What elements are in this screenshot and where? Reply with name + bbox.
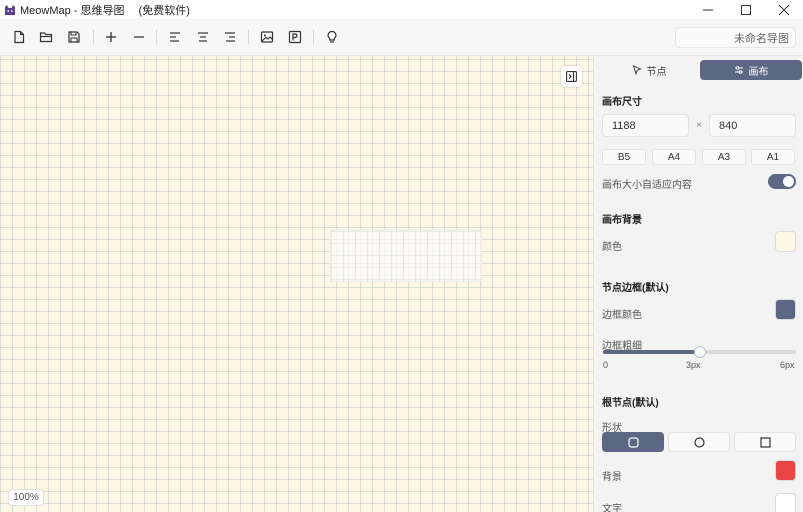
toolbar: 未命名导图 bbox=[0, 19, 803, 56]
border-color-label: 边框颜色 bbox=[602, 310, 642, 321]
zoom-level[interactable]: 100% bbox=[8, 489, 44, 506]
toggle-knob bbox=[783, 176, 794, 187]
align-right-icon bbox=[225, 32, 235, 42]
panel-tabs: 节点 画布 bbox=[600, 60, 802, 80]
tab-node-label: 节点 bbox=[646, 66, 667, 78]
mindmap-canvas[interactable]: 100% bbox=[0, 56, 593, 512]
align-right-button[interactable] bbox=[221, 28, 239, 46]
node-border-title: 节点边框(默认) bbox=[602, 283, 669, 294]
preset-a3-button[interactable]: A3 bbox=[702, 149, 746, 165]
remove-node-button[interactable] bbox=[130, 28, 148, 46]
open-folder-button[interactable] bbox=[37, 28, 55, 46]
toolbar-separator bbox=[93, 30, 94, 44]
canvas-width-input[interactable]: 1188 bbox=[602, 114, 689, 137]
root-background-swatch[interactable] bbox=[775, 460, 796, 481]
preset-a4-button[interactable]: A4 bbox=[652, 149, 696, 165]
root-background-label: 背景 bbox=[602, 472, 622, 483]
tab-canvas[interactable]: 画布 bbox=[700, 60, 802, 80]
canvas-height-input[interactable]: 840 bbox=[709, 114, 796, 137]
tips-button[interactable] bbox=[323, 28, 341, 46]
tab-node[interactable]: 节点 bbox=[600, 60, 698, 80]
align-center-button[interactable] bbox=[194, 28, 212, 46]
background-color-label: 颜色 bbox=[602, 242, 622, 253]
plus-icon bbox=[106, 32, 116, 42]
root-text-color-swatch[interactable] bbox=[775, 493, 796, 512]
root-text-label: 文字 bbox=[602, 504, 622, 512]
toolbar-separator bbox=[156, 30, 157, 44]
slider-tick-mid: 3px bbox=[686, 360, 701, 370]
folder-icon bbox=[39, 32, 53, 43]
cat-logo-icon bbox=[5, 4, 15, 15]
square-icon bbox=[759, 436, 771, 448]
shape-square-button[interactable] bbox=[734, 432, 796, 452]
background-color-swatch[interactable] bbox=[775, 231, 796, 252]
title-bar: MeowMap - 思维导图 (免费软件) bbox=[0, 0, 803, 19]
align-center-icon bbox=[198, 32, 208, 42]
filename-input[interactable]: 未命名导图 bbox=[675, 27, 796, 48]
export-pdf-button[interactable] bbox=[286, 28, 304, 46]
minimize-icon bbox=[703, 9, 713, 10]
pdf-icon bbox=[288, 30, 302, 44]
slider-tick-min: 0 bbox=[603, 360, 609, 370]
new-file-button[interactable] bbox=[10, 28, 28, 46]
toolbar-separator bbox=[248, 30, 249, 44]
export-image-button[interactable] bbox=[258, 28, 276, 46]
properties-panel: 节点 画布 画布尺寸 1188 × 840 B5 A4 A3 A1 画布大小自适… bbox=[593, 56, 803, 512]
times-sign: × bbox=[696, 120, 702, 131]
minimize-button[interactable] bbox=[689, 0, 727, 19]
minus-icon bbox=[134, 36, 144, 38]
slider-thumb[interactable] bbox=[693, 346, 706, 358]
maximize-button[interactable] bbox=[727, 0, 765, 19]
image-icon bbox=[260, 31, 274, 43]
save-button[interactable] bbox=[65, 28, 83, 46]
rounded-square-icon bbox=[627, 436, 639, 448]
align-left-icon bbox=[170, 32, 180, 42]
cursor-icon bbox=[632, 65, 642, 75]
root-node-title: 根节点(默认) bbox=[602, 398, 659, 409]
panel-collapse-icon bbox=[566, 71, 577, 82]
tab-canvas-label: 画布 bbox=[748, 66, 769, 78]
canvas-background-title: 画布背景 bbox=[602, 215, 642, 226]
slider-fill bbox=[603, 350, 700, 354]
canvas-size-title: 画布尺寸 bbox=[602, 97, 642, 108]
autofit-label: 画布大小自适应内容 bbox=[602, 180, 692, 191]
add-node-button[interactable] bbox=[102, 28, 120, 46]
shape-rounded-button[interactable] bbox=[602, 432, 664, 452]
close-icon bbox=[779, 4, 789, 15]
preset-a1-button[interactable]: A1 bbox=[751, 149, 795, 165]
slider-tick-max: 6px bbox=[780, 360, 795, 370]
maximize-icon bbox=[741, 4, 751, 15]
shape-circle-button[interactable] bbox=[668, 432, 730, 452]
border-width-slider[interactable] bbox=[603, 346, 796, 358]
align-left-button[interactable] bbox=[166, 28, 184, 46]
close-button[interactable] bbox=[765, 0, 803, 19]
sliders-icon bbox=[734, 66, 743, 74]
circle-icon bbox=[693, 436, 705, 448]
preset-b5-button[interactable]: B5 bbox=[602, 149, 646, 165]
window-title: MeowMap - 思维导图 bbox=[20, 4, 125, 17]
toggle-panel-button[interactable] bbox=[561, 66, 582, 87]
file-icon bbox=[14, 30, 25, 44]
save-icon bbox=[68, 31, 80, 43]
window-subtitle: (免费软件) bbox=[138, 4, 190, 17]
window-controls bbox=[689, 0, 803, 19]
autofit-toggle[interactable] bbox=[768, 174, 796, 189]
toolbar-separator bbox=[313, 30, 314, 44]
canvas-paper-area bbox=[330, 230, 482, 282]
lightbulb-icon bbox=[327, 30, 337, 43]
border-color-swatch[interactable] bbox=[775, 299, 796, 320]
app-window: MeowMap - 思维导图 (免费软件) 未命名导图 100% 节点 画布 画… bbox=[0, 0, 803, 512]
